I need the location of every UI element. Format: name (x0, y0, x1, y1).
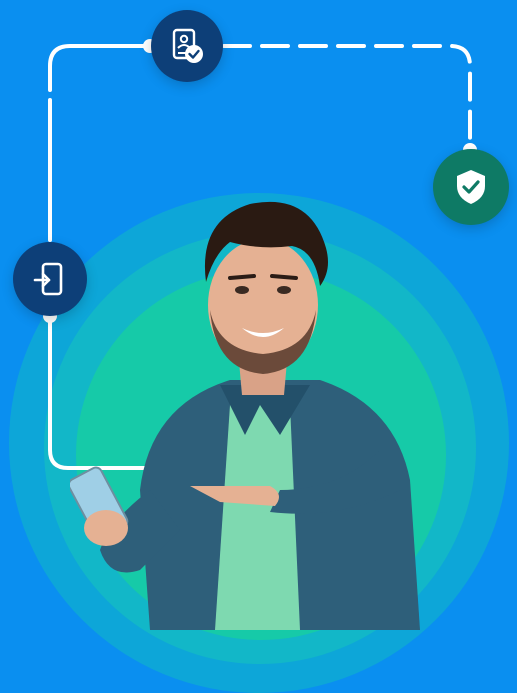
smiling-man-with-phone (70, 201, 420, 630)
phone-login-node (13, 242, 87, 316)
verified-document-icon (172, 28, 203, 63)
verified-document-node (151, 10, 223, 82)
security-shield-node (433, 149, 509, 225)
phone-login-icon (33, 262, 63, 296)
hero-illustration (0, 0, 517, 693)
shield-check-icon (457, 170, 485, 204)
